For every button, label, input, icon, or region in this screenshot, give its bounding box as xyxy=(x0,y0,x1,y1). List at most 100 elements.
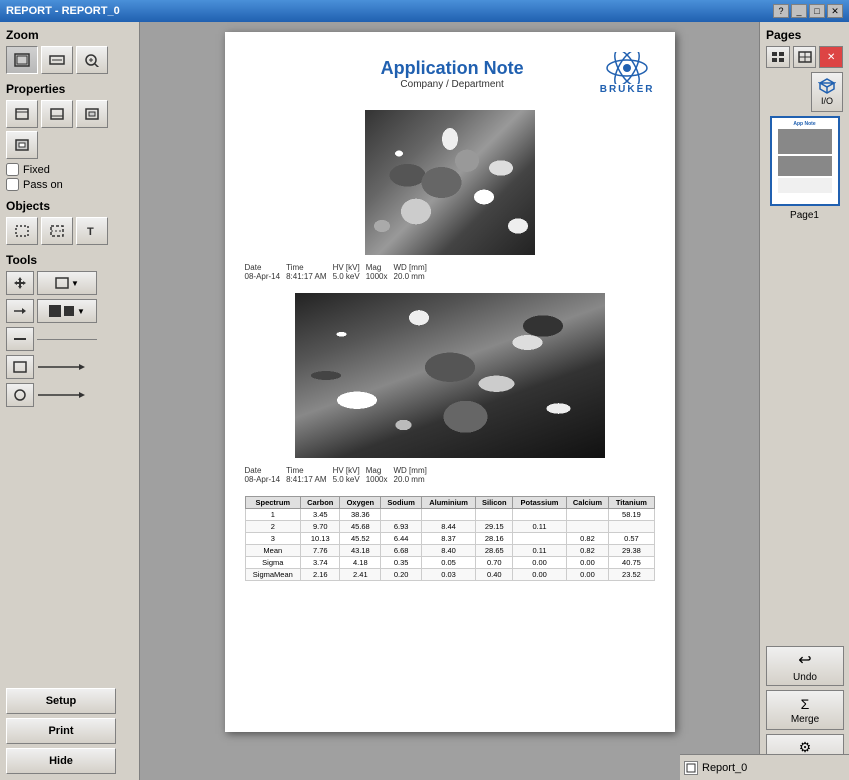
table-cell: 0.00 xyxy=(566,557,609,569)
dropdown-arrow-2: ▼ xyxy=(77,307,85,316)
table-cell: SigmaMean xyxy=(245,569,301,581)
table-cell xyxy=(422,509,476,521)
io-button[interactable]: I/O xyxy=(811,72,843,112)
minimize-button[interactable]: _ xyxy=(791,4,807,18)
sem-img-canvas-1 xyxy=(365,110,535,255)
table-cell: 3.74 xyxy=(301,557,340,569)
tools-label: Tools xyxy=(6,253,133,267)
main-title-text: Application Note xyxy=(381,58,524,79)
move-tool-button[interactable] xyxy=(6,271,34,295)
table-cell: 10.13 xyxy=(301,533,340,545)
window-title: REPORT - REPORT_0 xyxy=(6,5,120,17)
wd-val-1: 20.0 mm xyxy=(394,272,433,281)
table-cell: 3 xyxy=(245,533,301,545)
properties-label: Properties xyxy=(6,82,133,96)
setup-button[interactable]: Setup xyxy=(6,688,116,714)
merge-icon: Σ xyxy=(801,696,810,712)
table-cell: 0.11 xyxy=(513,545,566,557)
zoom-in-button[interactable] xyxy=(76,46,108,74)
col-sodium: Sodium xyxy=(381,497,422,509)
prop-btn-2[interactable] xyxy=(41,100,73,128)
close-button[interactable]: ✕ xyxy=(827,4,843,18)
table-cell: 28.65 xyxy=(476,545,513,557)
table-cell: 7.76 xyxy=(301,545,340,557)
sub-title-text: Company / Department xyxy=(381,79,524,90)
prop-btn-4[interactable] xyxy=(6,131,38,159)
table-cell: 8.40 xyxy=(422,545,476,557)
fixed-checkbox[interactable] xyxy=(6,163,19,176)
table-cell: 8.37 xyxy=(422,533,476,545)
bottom-bar-icon xyxy=(684,761,698,775)
circle-tool-button[interactable] xyxy=(6,383,34,407)
hv-label-1: HV [kV] xyxy=(333,263,366,272)
right-panel: Pages ✕ I/O xyxy=(759,22,849,780)
table-cell: 6.93 xyxy=(381,521,422,533)
tools-row-2: ▼ xyxy=(6,299,133,323)
objects-text-button[interactable]: T xyxy=(76,217,108,245)
pages-close-button[interactable]: ✕ xyxy=(819,46,843,68)
box-dropdown-button[interactable]: ▼ xyxy=(37,271,97,295)
table-cell: 0.00 xyxy=(513,569,566,581)
page-content: Application Note Company / Department BR… xyxy=(225,32,675,732)
mag-val-2: 1000x xyxy=(366,475,394,484)
table-cell: 45.68 xyxy=(340,521,381,533)
sem-image-1 xyxy=(365,110,535,255)
zoom-buttons xyxy=(6,46,133,74)
date-label-2: Date xyxy=(245,466,287,475)
pages-grid-small-button[interactable] xyxy=(766,46,790,68)
date-val-1: 08-Apr-14 xyxy=(245,272,287,281)
objects-select-button[interactable] xyxy=(6,217,38,245)
zoom-fit-width-button[interactable] xyxy=(41,46,73,74)
zoom-fit-page-button[interactable] xyxy=(6,46,38,74)
main-area: Zoom Properties xyxy=(0,22,849,780)
passon-label: Pass on xyxy=(23,179,63,191)
svg-text:T: T xyxy=(87,226,94,238)
undo-icon: ↩ xyxy=(798,650,811,670)
passon-checkbox[interactable] xyxy=(6,178,19,191)
fixed-checkbox-row: Fixed xyxy=(6,163,133,176)
fill-dropdown-button[interactable]: ▼ xyxy=(37,299,97,323)
undo-button[interactable]: ↩ Undo xyxy=(766,646,844,686)
image2-metadata: Date Time HV [kV] Mag WD [mm] 08-Apr-14 … xyxy=(245,466,655,484)
mag-label-1: Mag xyxy=(366,263,394,272)
pages-grid-large-button[interactable] xyxy=(793,46,817,68)
zoom-label: Zoom xyxy=(6,28,133,42)
prop-btn-3[interactable] xyxy=(76,100,108,128)
table-cell: 9.70 xyxy=(301,521,340,533)
table-row: Mean7.7643.186.688.4028.650.110.8229.38 xyxy=(245,545,654,557)
print-button[interactable]: Print xyxy=(6,718,116,744)
title-bar-buttons: ? _ □ ✕ xyxy=(773,4,843,18)
time-val-1: 8:41:17 AM xyxy=(286,272,332,281)
table-cell: 0.00 xyxy=(566,569,609,581)
merge-button[interactable]: Σ Merge xyxy=(766,690,844,730)
page-thumbnail[interactable]: App Note xyxy=(770,116,840,206)
table-cell: 29.15 xyxy=(476,521,513,533)
data-table: Spectrum Carbon Oxygen Sodium Aluminium … xyxy=(245,496,655,581)
image1-metadata: Date Time HV [kV] Mag WD [mm] 08-Apr-14 … xyxy=(245,263,655,281)
table-row: SigmaMean2.162.410.200.030.400.000.0023.… xyxy=(245,569,654,581)
col-aluminium: Aluminium xyxy=(422,497,476,509)
center-panel: Application Note Company / Department BR… xyxy=(140,22,759,780)
page-header: Application Note Company / Department BR… xyxy=(245,52,655,95)
help-button[interactable]: ? xyxy=(773,4,789,18)
hide-button[interactable]: Hide xyxy=(6,748,116,774)
tools-row-5 xyxy=(6,383,133,407)
objects-region-button[interactable] xyxy=(41,217,73,245)
table-cell: Sigma xyxy=(245,557,301,569)
col-titanium: Titanium xyxy=(609,497,654,509)
table-cell: 0.05 xyxy=(422,557,476,569)
wd-label-2: WD [mm] xyxy=(394,466,433,475)
tools-section: Tools ▼ xyxy=(6,253,133,407)
time-label-1: Time xyxy=(286,263,332,272)
wd-val-2: 20.0 mm xyxy=(394,475,433,484)
mag-val-1: 1000x xyxy=(366,272,394,281)
maximize-button[interactable]: □ xyxy=(809,4,825,18)
passon-checkbox-row: Pass on xyxy=(6,178,133,191)
rect-tool-button[interactable] xyxy=(6,355,34,379)
app-note-title: Application Note Company / Department xyxy=(381,58,524,90)
table-cell: 2.41 xyxy=(340,569,381,581)
arrow-right-button[interactable] xyxy=(6,299,34,323)
line-tool-button[interactable] xyxy=(6,327,34,351)
separator xyxy=(37,339,97,340)
prop-btn-1[interactable] xyxy=(6,100,38,128)
